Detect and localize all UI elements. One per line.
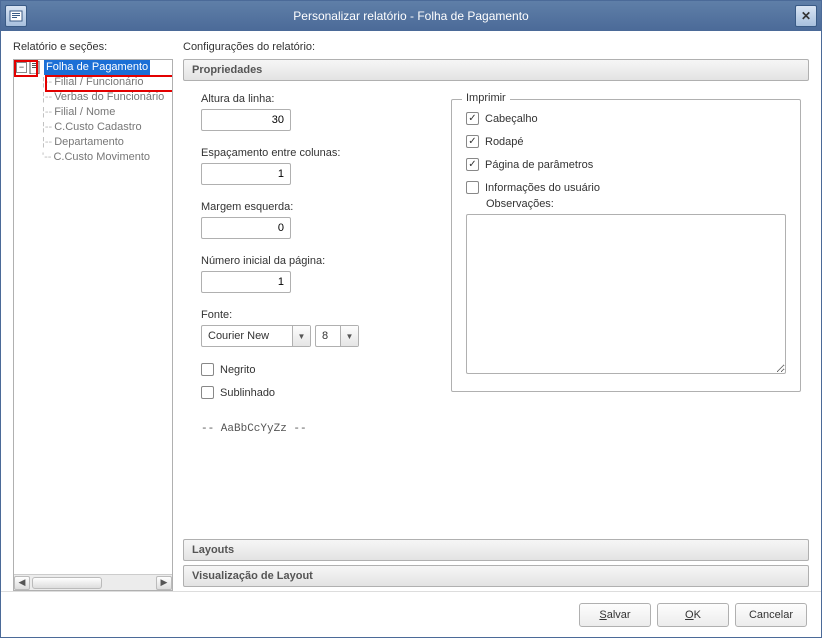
font-label: Fonte: xyxy=(201,309,421,321)
observations-textarea[interactable] xyxy=(466,214,786,374)
tree-root-label: Folha de Pagamento xyxy=(44,60,150,75)
print-footer-checkbox[interactable]: Rodapé xyxy=(466,135,786,148)
dialog-buttons: Salvar OK Cancelar xyxy=(1,591,821,637)
col-spacing-input[interactable] xyxy=(201,163,291,185)
section-properties-header[interactable]: Propriedades xyxy=(183,59,809,81)
tree-item[interactable]: '--C.Custo Movimento xyxy=(14,150,172,165)
tree-panel: − Folha de Pagamento ¦--Filial / Funcion… xyxy=(13,59,173,591)
close-icon: ✕ xyxy=(801,9,811,23)
tree-item[interactable]: ¦--Filial / Nome xyxy=(14,105,172,120)
sections-label: Relatório e seções: xyxy=(13,41,173,53)
row-height-input[interactable] xyxy=(201,109,291,131)
checkbox-checked-icon xyxy=(466,135,479,148)
checkbox-icon xyxy=(466,181,479,194)
section-preview-header[interactable]: Visualização de Layout xyxy=(183,565,809,587)
checkbox-checked-icon xyxy=(466,158,479,171)
row-height-label: Altura da linha: xyxy=(201,93,421,105)
config-label: Configurações do relatório: xyxy=(183,41,809,53)
save-button[interactable]: Salvar xyxy=(579,603,651,627)
section-layouts-header[interactable]: Layouts xyxy=(183,539,809,561)
font-sample: -- AaBbCcYyZz -- xyxy=(201,423,421,435)
checkbox-icon xyxy=(201,363,214,376)
tree-scrollbar[interactable]: ◀ ▶ xyxy=(14,574,172,590)
report-icon xyxy=(5,5,27,27)
checkbox-checked-icon xyxy=(466,112,479,125)
bold-checkbox-row[interactable]: Negrito xyxy=(201,363,421,376)
sections-tree[interactable]: − Folha de Pagamento ¦--Filial / Funcion… xyxy=(14,60,172,574)
print-params-checkbox[interactable]: Página de parâmetros xyxy=(466,158,786,171)
scroll-left-icon[interactable]: ◀ xyxy=(14,576,30,590)
start-page-label: Número inicial da página: xyxy=(201,255,421,267)
dialog-customize-report: Personalizar relatório - Folha de Pagame… xyxy=(0,0,822,638)
scroll-right-icon[interactable]: ▶ xyxy=(156,576,172,590)
titlebar: Personalizar relatório - Folha de Pagame… xyxy=(1,1,821,31)
scroll-track[interactable] xyxy=(30,576,156,590)
checkbox-icon xyxy=(201,386,214,399)
tree-item[interactable]: ¦--Departamento xyxy=(14,135,172,150)
left-margin-label: Margem esquerda: xyxy=(201,201,421,213)
print-legend: Imprimir xyxy=(462,92,510,104)
scroll-thumb[interactable] xyxy=(32,577,102,589)
tree-item[interactable]: ¦--C.Custo Cadastro xyxy=(14,120,172,135)
highlight-box-item xyxy=(45,75,172,92)
section-properties: Altura da linha: Espaçamento entre colun… xyxy=(183,85,809,539)
print-userinfo-checkbox[interactable]: Informações do usuário xyxy=(466,181,786,194)
print-header-checkbox[interactable]: Cabeçalho xyxy=(466,112,786,125)
chevron-down-icon: ▼ xyxy=(292,326,310,346)
left-margin-input[interactable] xyxy=(201,217,291,239)
cancel-button[interactable]: Cancelar xyxy=(735,603,807,627)
chevron-down-icon: ▼ xyxy=(340,326,358,346)
print-fieldset: Imprimir Cabeçalho Rodapé Página de parâ… xyxy=(451,99,801,392)
highlight-box-icon xyxy=(14,60,38,77)
col-spacing-label: Espaçamento entre colunas: xyxy=(201,147,421,159)
start-page-input[interactable] xyxy=(201,271,291,293)
ok-button[interactable]: OK xyxy=(657,603,729,627)
font-name-combo[interactable]: Courier New ▼ xyxy=(201,325,311,347)
font-size-combo[interactable]: 8 ▼ xyxy=(315,325,359,347)
observations-label: Observações: xyxy=(486,198,786,210)
tree-item[interactable]: ¦--Verbas do Funcionário xyxy=(14,90,172,105)
close-button[interactable]: ✕ xyxy=(795,5,817,27)
underline-checkbox-row[interactable]: Sublinhado xyxy=(201,386,421,399)
dialog-title: Personalizar relatório - Folha de Pagame… xyxy=(27,9,795,23)
